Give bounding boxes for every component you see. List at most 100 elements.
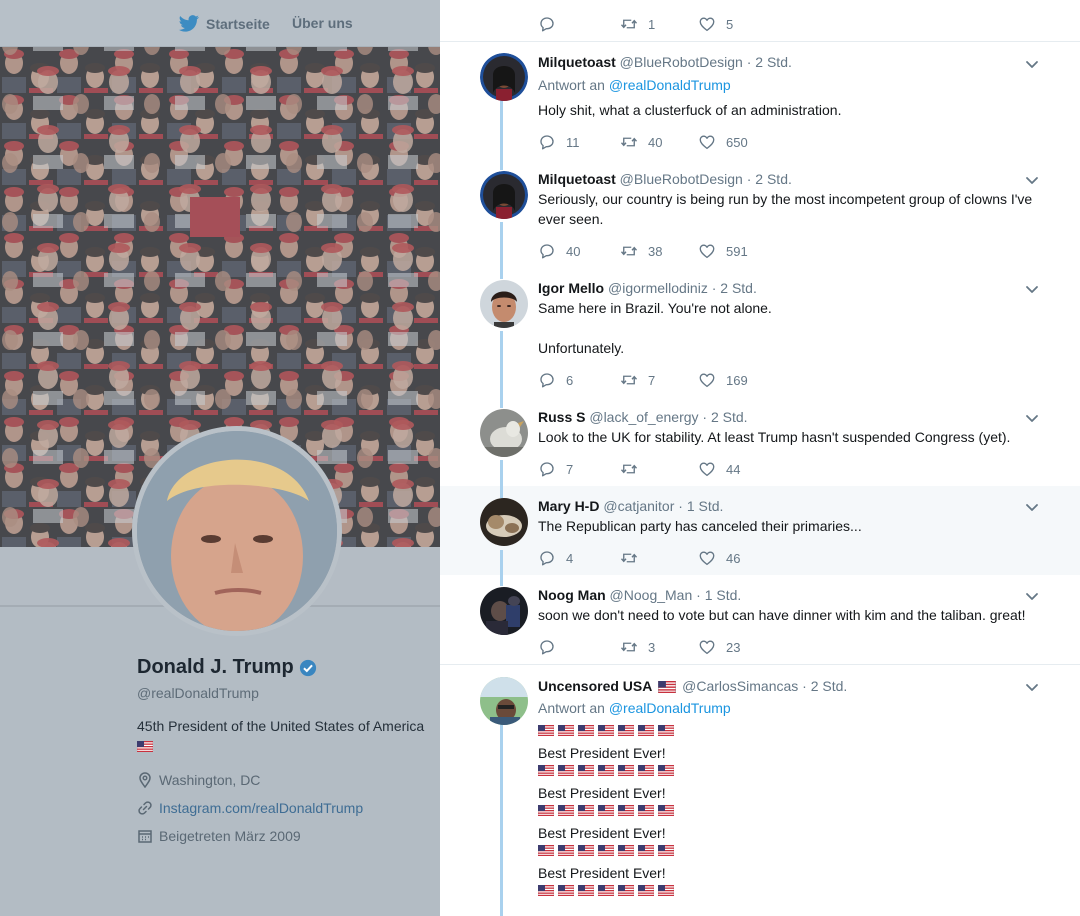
user-handle[interactable]: @BlueRobotDesign: [620, 171, 743, 187]
nav-about-link[interactable]: Über uns: [292, 15, 353, 31]
reply-button[interactable]: 7: [538, 460, 573, 478]
us-flag-icon: [598, 805, 614, 816]
like-button[interactable]: 591: [698, 242, 748, 260]
retweet-icon: [620, 638, 638, 656]
user-name[interactable]: Noog Man: [538, 587, 606, 603]
like-icon: [698, 15, 716, 33]
tweet[interactable]: Uncensored USA @CarlosSimancas · 2 Std. …: [440, 665, 1080, 916]
like-button[interactable]: 169: [698, 371, 748, 389]
separator-dot: ·: [711, 280, 717, 296]
retweet-button[interactable]: 40: [620, 133, 662, 151]
tweet-actions: 11 40 650: [538, 133, 838, 153]
us-flag-icon: [578, 765, 594, 776]
like-button[interactable]: 5: [698, 15, 733, 33]
us-flag-icon: [658, 845, 674, 856]
retweet-button[interactable]: 38: [620, 242, 662, 260]
reply-count: 40: [566, 243, 581, 259]
like-button[interactable]: 23: [698, 638, 740, 656]
user-name[interactable]: Igor Mello: [538, 280, 604, 296]
retweet-icon: [620, 460, 638, 478]
reply-icon: [538, 549, 556, 567]
reply-button[interactable]: [538, 638, 566, 656]
user-name[interactable]: Russ S: [538, 409, 585, 425]
user-handle[interactable]: @lack_of_energy: [589, 409, 698, 425]
user-handle[interactable]: @Noog_Man: [610, 587, 693, 603]
retweet-button[interactable]: 1: [620, 15, 655, 33]
tweet-time[interactable]: 1 Std.: [705, 587, 742, 603]
chevron-down-icon[interactable]: [1024, 679, 1040, 695]
reply-mention-link[interactable]: @realDonaldTrump: [609, 700, 731, 716]
like-count: 650: [726, 134, 748, 150]
user-handle[interactable]: @igormellodiniz: [608, 280, 708, 296]
reply-button[interactable]: [538, 15, 566, 33]
reply-button[interactable]: 4: [538, 549, 573, 567]
retweet-button[interactable]: [620, 549, 648, 567]
chevron-down-icon[interactable]: [1024, 410, 1040, 426]
chevron-down-icon[interactable]: [1024, 281, 1040, 297]
profile-name-row: Donald J. Trump: [137, 656, 432, 679]
tweet-time[interactable]: 2 Std.: [755, 171, 792, 187]
reply-button[interactable]: 6: [538, 371, 573, 389]
tweet[interactable]: Igor Mello @igormellodiniz · 2 Std. Same…: [440, 267, 1080, 396]
retweet-button[interactable]: 7: [620, 371, 655, 389]
retweet-button[interactable]: [620, 460, 648, 478]
tweet-highlighted[interactable]: Mary H-D @catjanitor · 1 Std. The Republ…: [440, 486, 1080, 575]
profile-joined-text: Beigetreten März 2009: [159, 828, 301, 844]
user-name[interactable]: Mary H-D: [538, 498, 599, 514]
tweet-actions: 4 46: [538, 549, 838, 569]
reply-button[interactable]: 11: [538, 133, 580, 151]
avatar[interactable]: [480, 409, 528, 457]
tweet[interactable]: Milquetoast @BlueRobotDesign · 2 Std. An…: [440, 42, 1080, 166]
reply-prefix: Antwort an: [538, 700, 605, 716]
thread-connector: [500, 575, 503, 586]
us-flag-icon: [638, 725, 654, 736]
retweet-count: 3: [648, 639, 656, 655]
avatar[interactable]: [480, 171, 528, 219]
profile-joined: Beigetreten März 2009: [137, 827, 432, 845]
separator-dot: ·: [802, 678, 807, 694]
tweet-time[interactable]: 2 Std.: [811, 678, 848, 694]
like-button[interactable]: 650: [698, 133, 748, 151]
chevron-down-icon[interactable]: [1024, 588, 1040, 604]
tweet-header: Noog Man @Noog_Man · 1 Std.: [538, 586, 741, 604]
retweet-button[interactable]: 3: [620, 638, 655, 656]
tweet-time[interactable]: 2 Std.: [755, 54, 792, 70]
user-handle[interactable]: @catjanitor: [603, 498, 674, 514]
tweet-text: The Republican party has canceled their …: [538, 518, 862, 534]
retweet-icon: [620, 242, 638, 260]
tweet-time[interactable]: 2 Std.: [720, 280, 757, 296]
user-name[interactable]: Milquetoast: [538, 171, 616, 187]
avatar[interactable]: [480, 498, 528, 546]
chevron-down-icon[interactable]: [1024, 499, 1040, 515]
flag-emoji-row: [538, 805, 674, 818]
avatar[interactable]: [480, 280, 528, 328]
profile-website-link[interactable]: Instagram.com/realDonaldTrump: [159, 800, 363, 816]
tweet[interactable]: Milquetoast @BlueRobotDesign · 2 Std. Se…: [440, 166, 1080, 267]
profile-avatar[interactable]: [132, 426, 342, 636]
chevron-down-icon[interactable]: [1024, 172, 1040, 188]
retweet-count: 38: [648, 243, 663, 259]
reply-mention-link[interactable]: @realDonaldTrump: [609, 77, 731, 93]
like-button[interactable]: 44: [698, 460, 740, 478]
tweet[interactable]: Russ S @lack_of_energy · 2 Std. Look to …: [440, 396, 1080, 486]
nav-home-link[interactable]: Startseite: [178, 15, 270, 33]
user-name[interactable]: Milquetoast: [538, 54, 616, 70]
user-name[interactable]: Uncensored USA: [538, 678, 652, 694]
like-icon: [698, 638, 716, 656]
user-handle[interactable]: @CarlosSimancas: [682, 678, 798, 694]
tweet[interactable]: Noog Man @Noog_Man · 1 Std. soon we don'…: [440, 575, 1080, 664]
avatar[interactable]: [480, 677, 528, 725]
like-button[interactable]: 46: [698, 549, 740, 567]
tweet-actions: 6 7 169: [538, 371, 838, 391]
reply-count: 4: [566, 550, 574, 566]
reply-icon: [538, 371, 556, 389]
flag-emoji-row: [538, 845, 674, 858]
chevron-down-icon[interactable]: [1024, 56, 1040, 72]
avatar[interactable]: [480, 53, 528, 101]
reply-button[interactable]: 40: [538, 242, 580, 260]
tweet-time[interactable]: 1 Std.: [687, 498, 724, 514]
tweet-actions: 3 23: [538, 638, 838, 658]
tweet-time[interactable]: 2 Std.: [711, 409, 748, 425]
user-handle[interactable]: @BlueRobotDesign: [620, 54, 743, 70]
avatar[interactable]: [480, 587, 528, 635]
